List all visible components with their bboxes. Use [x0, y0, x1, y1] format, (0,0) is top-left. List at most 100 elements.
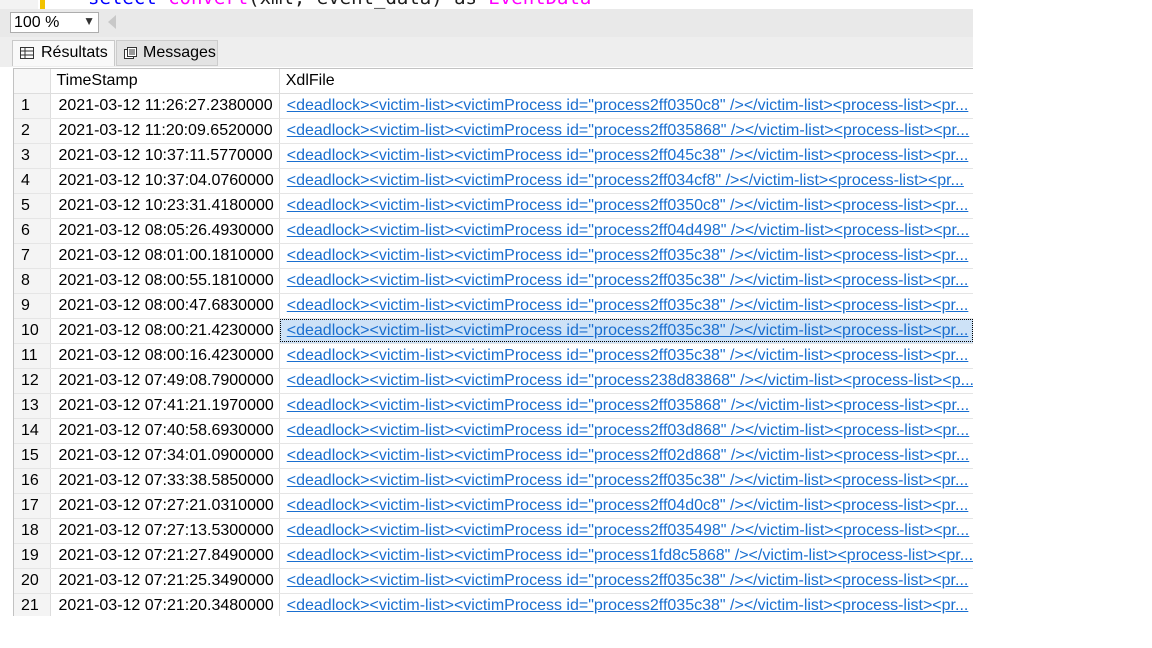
xdl-link[interactable]: <deadlock><victim-list><victimProcess id…: [287, 322, 969, 339]
xdlfile-cell[interactable]: <deadlock><victim-list><victimProcess id…: [279, 218, 973, 244]
xdlfile-cell[interactable]: <deadlock><victim-list><victimProcess id…: [279, 118, 973, 144]
timestamp-cell[interactable]: 2021-03-12 11:20:09.6520000: [50, 118, 280, 144]
table-row[interactable]: 18 2021-03-12 07:27:13.5300000 <deadlock><…: [14, 518, 973, 544]
xdl-link[interactable]: <deadlock><victim-list><victimProcess id…: [287, 522, 969, 539]
table-row[interactable]: 5 2021-03-12 10:23:31.4180000 <deadlock><v…: [14, 193, 973, 219]
table-row[interactable]: 6 2021-03-12 08:05:26.4930000 <deadlock><v…: [14, 218, 973, 244]
xdl-link[interactable]: <deadlock><victim-list><victimProcess id…: [287, 497, 969, 514]
row-number-header[interactable]: [14, 69, 52, 94]
xdlfile-cell[interactable]: <deadlock><victim-list><victimProcess id…: [279, 368, 973, 394]
timestamp-cell[interactable]: 2021-03-12 07:21:25.3490000: [50, 568, 280, 594]
xdl-link[interactable]: <deadlock><victim-list><victimProcess id…: [287, 222, 969, 239]
xdlfile-cell[interactable]: <deadlock><victim-list><victimProcess id…: [279, 518, 973, 544]
table-row[interactable]: 19 2021-03-12 07:21:27.8490000 <deadlock><…: [14, 543, 973, 569]
xdlfile-cell[interactable]: <deadlock><victim-list><victimProcess id…: [279, 243, 973, 269]
row-number[interactable]: 1: [14, 93, 52, 119]
table-row[interactable]: 13 2021-03-12 07:41:21.1970000 <deadlock><…: [14, 393, 973, 419]
row-number[interactable]: 8: [14, 268, 52, 294]
table-row[interactable]: 14 2021-03-12 07:40:58.6930000 <deadlock><…: [14, 418, 973, 444]
row-number[interactable]: 19: [14, 543, 52, 569]
timestamp-cell[interactable]: 2021-03-12 10:37:11.5770000: [50, 143, 280, 169]
row-number[interactable]: 3: [14, 143, 52, 169]
row-number[interactable]: 5: [14, 193, 52, 219]
timestamp-cell[interactable]: 2021-03-12 07:40:58.6930000: [50, 418, 280, 444]
xdlfile-cell[interactable]: <deadlock><victim-list><victimProcess id…: [279, 593, 973, 616]
row-number[interactable]: 20: [14, 568, 52, 594]
xdlfile-cell[interactable]: <deadlock><victim-list><victimProcess id…: [279, 168, 973, 194]
row-number[interactable]: 21: [14, 593, 52, 616]
tab-messages[interactable]: Messages: [116, 40, 218, 66]
xdlfile-cell[interactable]: <deadlock><victim-list><victimProcess id…: [279, 293, 973, 319]
xdl-link[interactable]: <deadlock><victim-list><victimProcess id…: [287, 172, 964, 189]
code-line[interactable]: select convert(xml, event_data) as Event…: [88, 0, 591, 9]
xdlfile-cell[interactable]: <deadlock><victim-list><victimProcess id…: [279, 143, 973, 169]
table-row[interactable]: 17 2021-03-12 07:27:21.0310000 <deadlock><…: [14, 493, 973, 519]
table-row[interactable]: 16 2021-03-12 07:33:38.5850000 <deadlock><…: [14, 468, 973, 494]
timestamp-cell[interactable]: 2021-03-12 07:21:20.3480000: [50, 593, 280, 616]
scroll-left-icon[interactable]: [108, 15, 116, 29]
timestamp-cell[interactable]: 2021-03-12 08:01:00.1810000: [50, 243, 280, 269]
xdlfile-cell[interactable]: <deadlock><victim-list><victimProcess id…: [279, 468, 973, 494]
xdlfile-cell[interactable]: <deadlock><victim-list><victimProcess id…: [279, 543, 973, 569]
row-number[interactable]: 15: [14, 443, 52, 469]
xdl-link[interactable]: <deadlock><victim-list><victimProcess id…: [287, 297, 969, 314]
xdl-link[interactable]: <deadlock><victim-list><victimProcess id…: [287, 422, 969, 439]
row-number[interactable]: 14: [14, 418, 52, 444]
timestamp-cell[interactable]: 2021-03-12 10:23:31.4180000: [50, 193, 280, 219]
xdlfile-cell[interactable]: <deadlock><victim-list><victimProcess id…: [279, 568, 973, 594]
row-number[interactable]: 7: [14, 243, 52, 269]
column-header-xdlfile[interactable]: XdlFile: [279, 69, 973, 94]
timestamp-cell[interactable]: 2021-03-12 08:05:26.4930000: [50, 218, 280, 244]
query-editor[interactable]: select convert(xml, event_data) as Event…: [0, 0, 973, 9]
row-number[interactable]: 6: [14, 218, 52, 244]
table-row[interactable]: 10 2021-03-12 08:00:21.4230000 <deadlock><…: [14, 318, 973, 344]
timestamp-cell[interactable]: 2021-03-12 08:00:55.1810000: [50, 268, 280, 294]
timestamp-cell[interactable]: 2021-03-12 07:33:38.5850000: [50, 468, 280, 494]
xdl-link[interactable]: <deadlock><victim-list><victimProcess id…: [287, 197, 969, 214]
timestamp-cell[interactable]: 2021-03-12 07:34:01.0900000: [50, 443, 280, 469]
row-number[interactable]: 16: [14, 468, 52, 494]
timestamp-cell[interactable]: 2021-03-12 07:49:08.7900000: [50, 368, 280, 394]
xdlfile-cell[interactable]: <deadlock><victim-list><victimProcess id…: [279, 268, 973, 294]
table-row[interactable]: 8 2021-03-12 08:00:55.1810000 <deadlock><v…: [14, 268, 973, 294]
table-row[interactable]: 3 2021-03-12 10:37:11.5770000 <deadlock><v…: [14, 143, 973, 169]
table-row[interactable]: 2 2021-03-12 11:20:09.6520000 <deadlock><v…: [14, 118, 973, 144]
table-row[interactable]: 7 2021-03-12 08:01:00.1810000 <deadlock><v…: [14, 243, 973, 269]
row-number[interactable]: 11: [14, 343, 52, 369]
zoom-dropdown[interactable]: 100 % ▼: [10, 12, 99, 33]
xdlfile-cell[interactable]: <deadlock><victim-list><victimProcess id…: [279, 93, 973, 119]
timestamp-cell[interactable]: 2021-03-12 07:21:27.8490000: [50, 543, 280, 569]
table-row[interactable]: 20 2021-03-12 07:21:25.3490000 <deadlock><…: [14, 568, 973, 594]
xdl-link[interactable]: <deadlock><victim-list><victimProcess id…: [287, 247, 969, 264]
table-row[interactable]: 9 2021-03-12 08:00:47.6830000 <deadlock><v…: [14, 293, 973, 319]
row-number[interactable]: 18: [14, 518, 52, 544]
xdlfile-cell[interactable]: <deadlock><victim-list><victimProcess id…: [279, 443, 973, 469]
timestamp-cell[interactable]: 2021-03-12 11:26:27.2380000: [50, 93, 280, 119]
xdl-link[interactable]: <deadlock><victim-list><victimProcess id…: [287, 372, 973, 389]
row-number[interactable]: 9: [14, 293, 52, 319]
xdl-link[interactable]: <deadlock><victim-list><victimProcess id…: [287, 147, 969, 164]
timestamp-cell[interactable]: 2021-03-12 08:00:47.6830000: [50, 293, 280, 319]
table-row[interactable]: 12 2021-03-12 07:49:08.7900000 <deadlock><…: [14, 368, 973, 394]
xdlfile-cell[interactable]: <deadlock><victim-list><victimProcess id…: [279, 393, 973, 419]
tab-results[interactable]: Résultats: [12, 40, 115, 66]
table-row[interactable]: 15 2021-03-12 07:34:01.0900000 <deadlock><…: [14, 443, 973, 469]
timestamp-cell[interactable]: 2021-03-12 07:27:13.5300000: [50, 518, 280, 544]
row-number[interactable]: 2: [14, 118, 52, 144]
timestamp-cell[interactable]: 2021-03-12 07:41:21.1970000: [50, 393, 280, 419]
timestamp-cell[interactable]: 2021-03-12 07:27:21.0310000: [50, 493, 280, 519]
xdlfile-cell[interactable]: <deadlock><victim-list><victimProcess id…: [279, 193, 973, 219]
xdl-link[interactable]: <deadlock><victim-list><victimProcess id…: [287, 97, 969, 114]
xdl-link[interactable]: <deadlock><victim-list><victimProcess id…: [287, 547, 973, 564]
xdl-link[interactable]: <deadlock><victim-list><victimProcess id…: [287, 347, 969, 364]
column-header-timestamp[interactable]: TimeStamp: [50, 69, 280, 94]
xdl-link[interactable]: <deadlock><victim-list><victimProcess id…: [287, 122, 969, 139]
row-number[interactable]: 13: [14, 393, 52, 419]
xdl-link[interactable]: <deadlock><victim-list><victimProcess id…: [287, 572, 969, 589]
table-row[interactable]: 21 2021-03-12 07:21:20.3480000 <deadlock><…: [14, 593, 973, 616]
table-row[interactable]: 1 2021-03-12 11:26:27.2380000 <deadlock><v…: [14, 93, 973, 119]
xdl-link[interactable]: <deadlock><victim-list><victimProcess id…: [287, 447, 969, 464]
table-row[interactable]: 4 2021-03-12 10:37:04.0760000 <deadlock><v…: [14, 168, 973, 194]
timestamp-cell[interactable]: 2021-03-12 10:37:04.0760000: [50, 168, 280, 194]
xdlfile-cell[interactable]: <deadlock><victim-list><victimProcess id…: [279, 318, 973, 344]
